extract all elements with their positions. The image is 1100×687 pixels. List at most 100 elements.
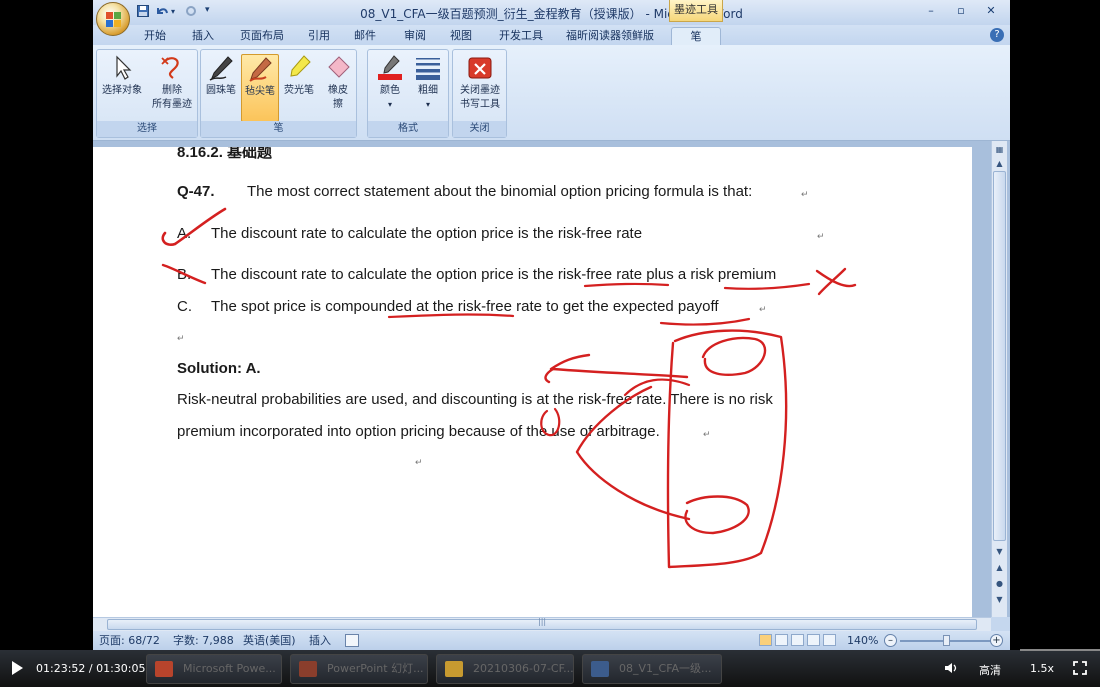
horizontal-scroll-thumb[interactable]: ||| (107, 617, 977, 630)
color-dropdown-icon: ▾ (387, 100, 392, 109)
ink-underline-expected-payoff (659, 317, 751, 326)
writing-tools-label: 书写工具 (460, 99, 500, 110)
paragraph-mark: ↵ (817, 231, 825, 241)
option-a-letter: A. (177, 225, 192, 242)
draft-view-icon[interactable] (823, 634, 836, 646)
tab-view[interactable]: 视图 (443, 27, 479, 45)
status-bar: 页面: 68/72 字数: 7,988 英语(美国) 插入 140% – + (93, 631, 1010, 650)
tab-page-layout[interactable]: 页面布局 (233, 27, 291, 45)
scroll-down-icon[interactable]: ▼ (993, 545, 1006, 558)
title-bar: ▾ ▾ 08_V1_CFA一级百题预测_衍生_金程教育（授课版） - Micro… (93, 0, 1010, 25)
ribbon-group-close: 关闭墨迹 书写工具 关闭 (452, 49, 507, 138)
fullscreen-icon[interactable] (1073, 661, 1087, 675)
ink-circle-bottom (684, 495, 750, 535)
select-object-button[interactable]: 选择对象 (99, 54, 145, 98)
ink-underline-risk-premium (723, 282, 811, 290)
page-count[interactable]: 页面: 68/72 (99, 633, 160, 648)
previous-page-icon[interactable]: ▲ (993, 561, 1006, 574)
print-layout-view-icon[interactable] (759, 634, 772, 646)
ribbon-group-close-label: 关闭 (453, 121, 506, 137)
thickness-button[interactable]: 粗细 ▾ (410, 54, 446, 112)
tab-foxit-reader[interactable]: 福昕阅读器领鲜版 (561, 27, 659, 45)
paragraph-mark: ↵ (801, 189, 809, 199)
zoom-out-icon[interactable]: – (884, 634, 897, 647)
maximize-button[interactable]: ▫ (951, 3, 971, 19)
ballpoint-pen-icon (209, 56, 233, 81)
all-ink-label: 所有墨迹 (152, 99, 192, 110)
felt-tip-pen-icon (249, 57, 272, 82)
color-button[interactable]: 颜色 ▾ (372, 54, 408, 112)
full-screen-reading-view-icon[interactable] (775, 634, 788, 646)
outline-view-icon[interactable] (807, 634, 820, 646)
macro-record-icon[interactable] (345, 634, 359, 647)
close-button[interactable]: ✕ (981, 3, 1001, 19)
window-title: 08_V1_CFA一级百题预测_衍生_金程教育（授课版） - Microsoft… (360, 7, 743, 21)
close-ink-tools-button[interactable]: 关闭墨迹 书写工具 (456, 54, 504, 112)
insert-mode[interactable]: 插入 (309, 633, 331, 648)
delete-all-ink-button[interactable]: 删除 所有墨迹 (147, 54, 197, 112)
highlighter-label: 荧光笔 (284, 85, 314, 96)
eraser-button[interactable]: 橡皮 擦 (321, 54, 355, 112)
ink-tools-context-header: 墨迹工具 (669, 0, 723, 22)
paragraph-mark: ↵ (415, 457, 423, 467)
ribbon-tab-bar: 开始 插入 页面布局 引用 邮件 审阅 视图 开发工具 福昕阅读器领鲜版 笔 ? (93, 25, 1010, 45)
play-icon[interactable] (12, 661, 23, 675)
delete-ink-icon (161, 57, 179, 79)
solution-label: Solution: A. (177, 360, 261, 377)
option-c-text: The spot price is compounded at the risk… (211, 298, 719, 315)
office-button[interactable] (96, 2, 130, 36)
tab-home[interactable]: 开始 (137, 27, 173, 45)
scroll-up-icon[interactable]: ▲ (993, 157, 1006, 170)
ribbon-group-pen-label: 笔 (201, 121, 356, 137)
ribbon-group-pen: 圆珠笔 毡尖笔 荧光笔 橡皮 擦 笔 (200, 49, 357, 138)
zoom-level[interactable]: 140% (847, 633, 878, 648)
web-layout-view-icon[interactable] (791, 634, 804, 646)
felt-tip-pen-label: 毡尖笔 (245, 86, 275, 97)
tab-insert[interactable]: 插入 (185, 27, 221, 45)
ribbon-group-format-label: 格式 (368, 121, 448, 137)
language-indicator[interactable]: 英语(美国) (243, 633, 296, 648)
quality-button[interactable]: 高清 (979, 662, 1001, 678)
ribbon-group-format: 颜色 ▾ 粗细 ▾ 格式 (367, 49, 449, 138)
playback-speed-button[interactable]: 1.5x (1030, 662, 1054, 675)
ballpoint-pen-button[interactable]: 圆珠笔 (203, 54, 239, 98)
solution-line-1: Risk-neutral probabilities are used, and… (177, 391, 773, 408)
tab-pen[interactable]: 笔 (671, 27, 721, 45)
vertical-scroll-thumb[interactable] (993, 171, 1006, 541)
vertical-scrollbar[interactable]: ▦ ▲ ▼ ▲ ● ▼ (991, 141, 1007, 617)
ruler-toggle-icon[interactable]: ▦ (993, 143, 1006, 156)
ribbon-group-select: 选择对象 删除 所有墨迹 选择 (96, 49, 198, 138)
highlighter-button[interactable]: 荧光笔 (281, 54, 317, 98)
volume-icon[interactable] (944, 661, 958, 675)
word-window: ▾ ▾ 08_V1_CFA一级百题预测_衍生_金程教育（授课版） - Micro… (93, 0, 1010, 650)
horizontal-scrollbar[interactable]: ||| (93, 617, 991, 631)
eraser-icon (328, 56, 350, 78)
tab-developer[interactable]: 开发工具 (493, 27, 549, 45)
close-ink-label: 关闭墨迹 (460, 85, 500, 96)
option-a-text: The discount rate to calculate the optio… (211, 225, 643, 242)
close-red-x-icon (468, 57, 492, 79)
tab-mailings[interactable]: 邮件 (347, 27, 383, 45)
ballpoint-pen-label: 圆珠笔 (206, 85, 236, 96)
zoom-slider-knob[interactable] (943, 635, 950, 646)
felt-tip-pen-button[interactable]: 毡尖笔 (241, 54, 279, 122)
tab-references[interactable]: 引用 (301, 27, 337, 45)
section-heading: 8.16.2. 基础题 (177, 147, 273, 161)
help-icon[interactable]: ? (990, 28, 1004, 42)
ink-arrow-left (544, 353, 689, 384)
document-page[interactable]: 8.16.2. 基础题 Q-47. The most correct state… (93, 147, 972, 617)
cursor-arrow-icon (116, 55, 132, 80)
next-page-icon[interactable]: ▼ (993, 593, 1006, 606)
tab-review[interactable]: 审阅 (397, 27, 433, 45)
playback-time: 01:23:52 / 01:30:05 (36, 662, 146, 675)
paragraph-mark: ↵ (759, 304, 767, 314)
browse-object-icon[interactable]: ● (993, 577, 1006, 590)
playback-progress-bar[interactable] (1020, 649, 1100, 651)
zoom-in-icon[interactable]: + (990, 634, 1003, 647)
pen-color-icon (378, 55, 402, 80)
line-thickness-icon (416, 58, 440, 80)
minimize-button[interactable]: – (921, 3, 941, 19)
document-area: 8.16.2. 基础题 Q-47. The most correct state… (93, 141, 1010, 617)
word-count[interactable]: 字数: 7,988 (173, 633, 234, 648)
video-controls: 01:23:52 / 01:30:05 高清 1.5x (0, 650, 1100, 687)
